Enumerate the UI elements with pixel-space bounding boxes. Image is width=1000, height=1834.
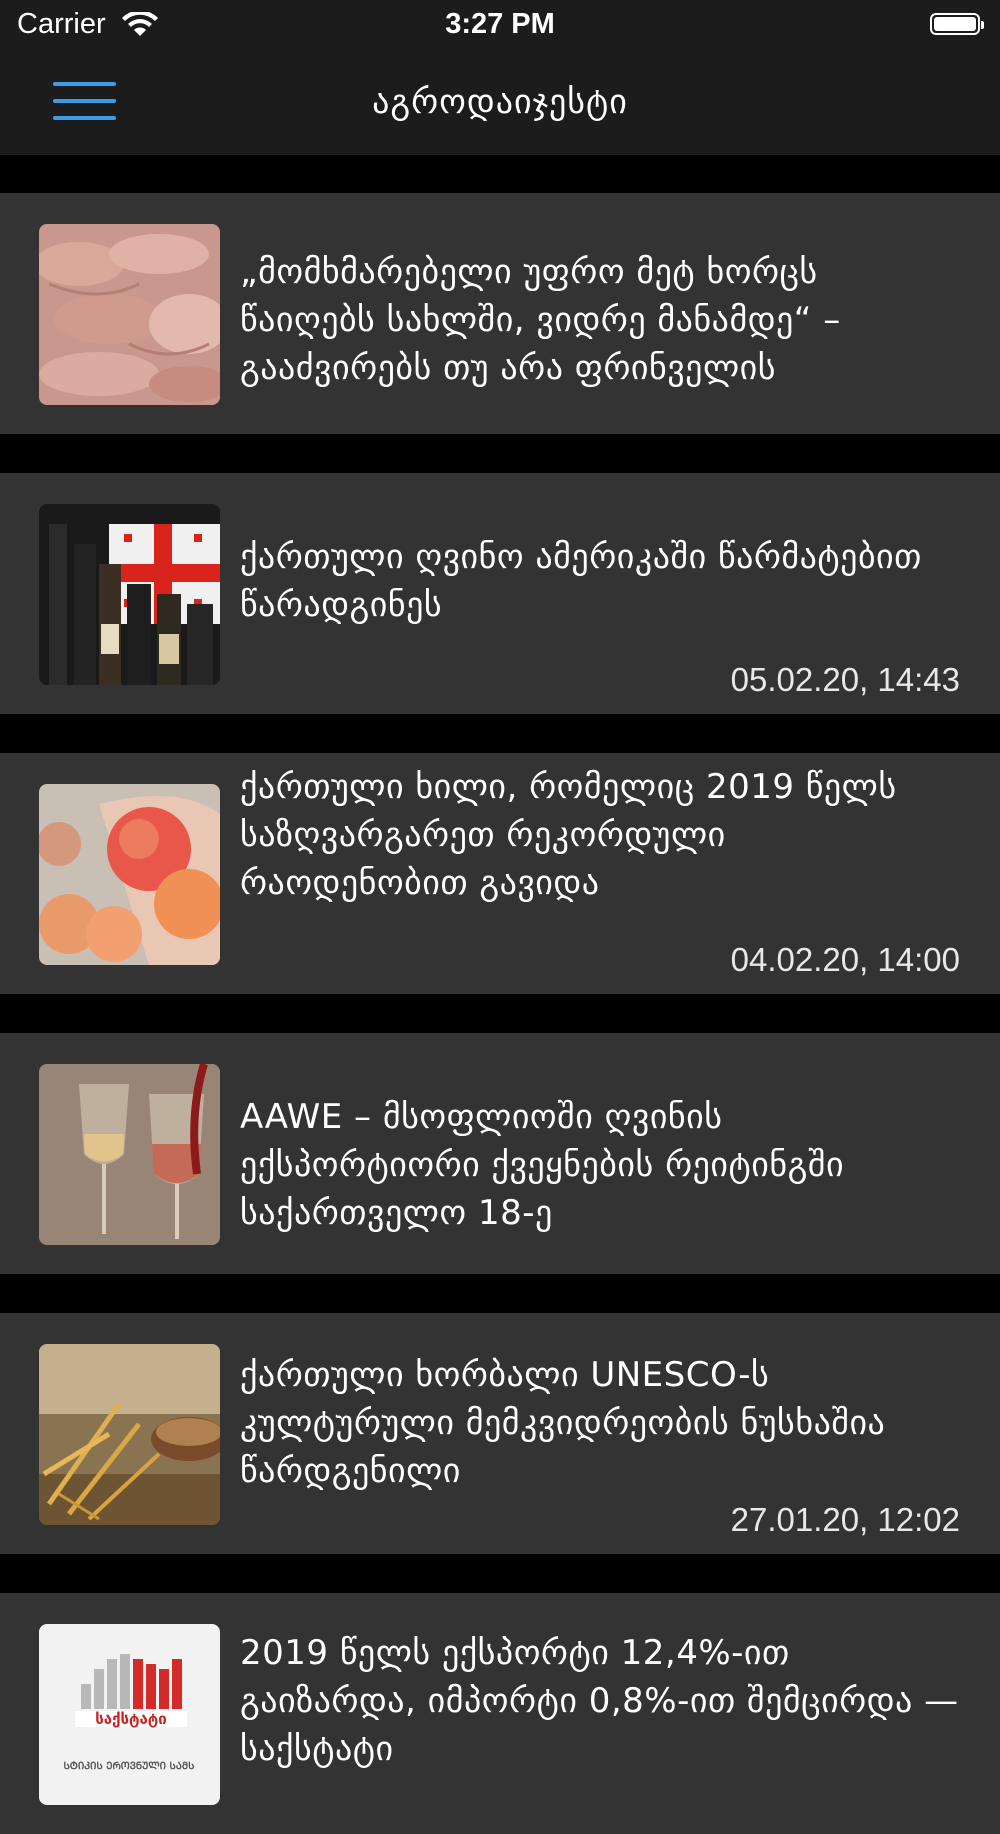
article-thumbnail <box>39 1344 220 1525</box>
logo-brand-text: საქსტატი <box>95 1710 167 1728</box>
meat-image <box>39 224 220 405</box>
page-title: აგროდაიჯესტი <box>372 82 628 122</box>
article-thumbnail <box>39 504 220 685</box>
article-title: AAWE – მსოფლიოში ღვინის ექსპორტიორი ქვეყ… <box>240 1097 845 1233</box>
article-card[interactable]: ქართული ხორბალი UNESCO-ს კულტურული მემკვ… <box>0 1313 1000 1554</box>
article-card[interactable]: AAWE – მსოფლიოში ღვინის ექსპორტიორი ქვეყ… <box>0 1033 1000 1274</box>
article-card[interactable]: ქართული ღვინო ამერიკაში წარმატებით წარად… <box>0 473 1000 714</box>
article-thumbnail <box>39 224 220 405</box>
logo-tagline-text: ᲡᲢᲘᲙᲘᲡ ᲔᲠᲝᲕᲜᲣᲚᲘ ᲡᲐᲛᲡ <box>63 1761 194 1772</box>
article-thumbnail <box>39 784 220 965</box>
article-card[interactable]: ქართული ხილი, რომელიც 2019 წელს საზღვარგ… <box>0 753 1000 994</box>
battery-icon <box>930 13 984 35</box>
article-title: 2019 წელს ექსპორტი 12,4%-ით გაიზარდა, იმ… <box>240 1633 959 1769</box>
article-title: ქართული ხილი, რომელიც 2019 წელს საზღვარგ… <box>240 767 897 903</box>
article-date: 04.02.20, 14:00 <box>730 941 960 978</box>
article-card[interactable]: „მომხმარებელი უფრო მეტ ხორცს წაიღებს სახ… <box>0 193 1000 434</box>
wheat-image <box>39 1344 220 1525</box>
status-bar: Carrier 3:27 PM <box>0 0 1000 52</box>
article-card[interactable]: საქსტატი ᲡᲢᲘᲙᲘᲡ ᲔᲠᲝᲕᲜᲣᲚᲘ ᲡᲐᲛᲡ 2019 წელს … <box>0 1593 1000 1834</box>
article-thumbnail <box>39 1064 220 1245</box>
navigation-bar: აგროდაიჯესტი <box>0 52 1000 155</box>
peaches-image <box>39 784 220 965</box>
article-title: ქართული ხორბალი UNESCO-ს კულტურული მემკვ… <box>240 1355 886 1491</box>
article-title: „მომხმარებელი უფრო მეტ ხორცს წაიღებს სახ… <box>240 252 841 388</box>
article-date: 27.01.20, 12:02 <box>730 1501 960 1538</box>
article-date: 05.02.20, 14:43 <box>730 661 960 698</box>
article-title: ქართული ღვინო ამერიკაში წარმატებით წარად… <box>240 537 922 625</box>
wine-glasses-image <box>39 1064 220 1245</box>
clock: 3:27 PM <box>445 8 555 40</box>
wine-bottles-image <box>39 504 220 685</box>
